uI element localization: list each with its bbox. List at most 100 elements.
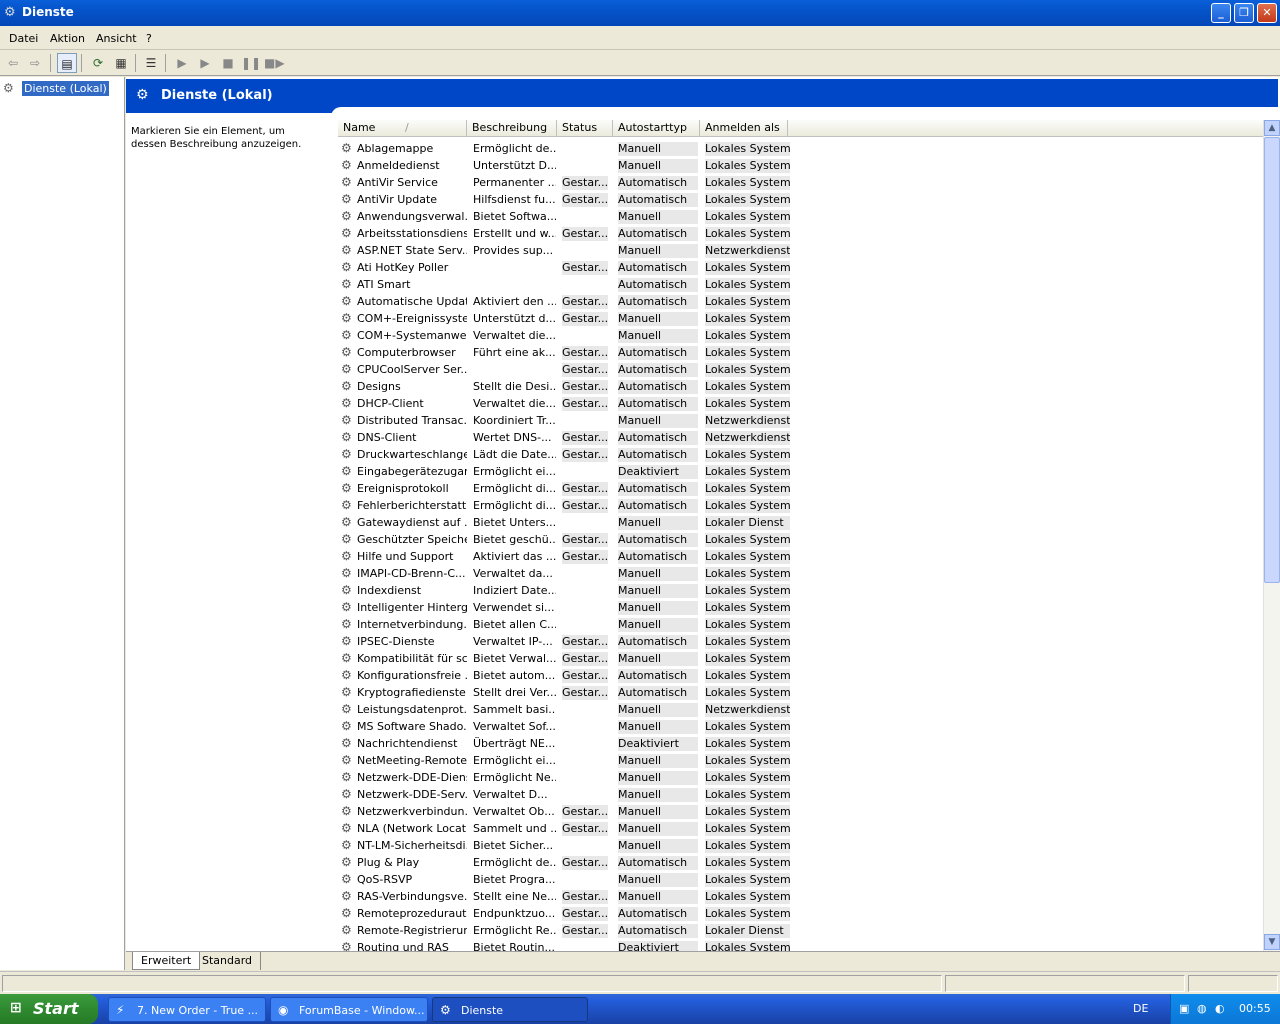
service-row[interactable]: ⚙ Internetverbindung... Bietet allen C... M… xyxy=(338,616,1263,633)
scroll-thumb[interactable] xyxy=(1264,137,1280,583)
service-logon-as: Lokales System xyxy=(705,278,790,292)
column-header-description[interactable]: Beschreibung xyxy=(467,120,557,137)
service-logon-as: Lokales System xyxy=(705,669,790,683)
menu-help[interactable]: ? xyxy=(146,32,152,45)
stop-service-icon[interactable]: ■ xyxy=(218,53,238,73)
service-row[interactable]: ⚙ ASP.NET State Serv... Provides sup... Man… xyxy=(338,242,1263,259)
taskbar-item-winamp[interactable]: ⚡ 7. New Order - True ... xyxy=(108,997,266,1022)
column-header-logon-as[interactable]: Anmelden als xyxy=(700,120,788,137)
service-gear-icon: ⚙ xyxy=(341,192,352,206)
refresh-icon[interactable]: ⟳ xyxy=(88,53,108,73)
service-row[interactable]: ⚙ Konfigurationsfreie ... Bietet autom... G… xyxy=(338,667,1263,684)
service-startup-type: Automatisch xyxy=(618,533,698,547)
service-row[interactable]: ⚙ Geschützter Speicher Bietet geschü... Ges… xyxy=(338,531,1263,548)
scroll-down-icon[interactable]: ▼ xyxy=(1264,934,1280,950)
tray-app-icon[interactable]: ◍ xyxy=(1197,1002,1207,1015)
taskbar-item-dienste[interactable]: ⚙ Dienste xyxy=(432,997,588,1022)
service-status: Gestar... xyxy=(562,669,608,683)
service-row[interactable]: ⚙ Ereignisprotokoll Ermöglicht di... Gestar… xyxy=(338,480,1263,497)
pause-service-icon[interactable]: ❚❚ xyxy=(241,53,261,73)
service-row[interactable]: ⚙ AntiVir Service Permanenter ... Gestar...… xyxy=(338,174,1263,191)
restore-button[interactable]: ❐ xyxy=(1234,3,1254,23)
service-row[interactable]: ⚙ Ati HotKey Poller Gestar... Automatisch Lo… xyxy=(338,259,1263,276)
service-row[interactable]: ⚙ Distributed Transac... Koordiniert Tr...… xyxy=(338,412,1263,429)
vertical-scrollbar[interactable]: ▲ ▼ xyxy=(1263,120,1280,951)
minimize-button[interactable]: _ xyxy=(1211,3,1231,23)
service-gear-icon: ⚙ xyxy=(341,158,352,172)
service-row[interactable]: ⚙ Remote-Registrierung Ermöglicht Re... Ges… xyxy=(338,922,1263,939)
service-gear-icon: ⚙ xyxy=(341,668,352,682)
start-service-icon[interactable]: ▶ xyxy=(172,53,192,73)
restart-service-icon[interactable]: ■▶ xyxy=(264,53,285,73)
column-header-status[interactable]: Status xyxy=(557,120,613,137)
service-row[interactable]: ⚙ ATI Smart Automatisch Lokales System xyxy=(338,276,1263,293)
service-row[interactable]: ⚙ NetMeeting-Remote... Ermöglicht ei... Man… xyxy=(338,752,1263,769)
service-row[interactable]: ⚙ Plug & Play Ermöglicht de... Gestar... Aut… xyxy=(338,854,1263,871)
service-row[interactable]: ⚙ Kompatibilität für sc... Bietet Verwal..… xyxy=(338,650,1263,667)
service-name: Designs xyxy=(357,380,401,393)
service-row[interactable]: ⚙ AntiVir Update Hilfsdienst fu... Gestar..… xyxy=(338,191,1263,208)
service-row[interactable]: ⚙ MS Software Shado... Verwaltet Sof... Man… xyxy=(338,718,1263,735)
service-row[interactable]: ⚙ Eingabegerätezugang Ermöglicht ei... Deak… xyxy=(338,463,1263,480)
language-indicator[interactable]: DE xyxy=(1133,1002,1148,1015)
forward-arrow-icon[interactable]: ⇨ xyxy=(25,53,45,73)
menu-datei[interactable]: Datei xyxy=(9,32,38,45)
service-row[interactable]: ⚙ Kryptografiedienste Stellt drei Ver... Ge… xyxy=(338,684,1263,701)
start-button[interactable]: ⊞ Start xyxy=(0,994,98,1024)
taskbar-item-firefox[interactable]: ◉ ForumBase - Window... xyxy=(270,997,428,1022)
service-row[interactable]: ⚙ Routing und RAS Bietet Routin... Deaktivi… xyxy=(338,939,1263,951)
tab-erweitert[interactable]: Erweitert xyxy=(132,952,201,970)
service-row[interactable]: ⚙ Netzwerk-DDE-Serv... Verwaltet D... Manue… xyxy=(338,786,1263,803)
service-logon-as: Lokales System xyxy=(705,788,790,802)
service-row[interactable]: ⚙ RAS-Verbindungsve... Stellt eine Ne... Ge… xyxy=(338,888,1263,905)
service-row[interactable]: ⚙ Ablagemappe Ermöglicht de... Manuell Lokal… xyxy=(338,140,1263,157)
service-row[interactable]: ⚙ Indexdienst Indiziert Date... Manuell Loka… xyxy=(338,582,1263,599)
service-row[interactable]: ⚙ Designs Stellt die Desi... Gestar... Autom… xyxy=(338,378,1263,395)
scroll-up-icon[interactable]: ▲ xyxy=(1264,120,1280,136)
service-row[interactable]: ⚙ Leistungsdatenprot... Sammelt basi... Man… xyxy=(338,701,1263,718)
service-row[interactable]: ⚙ Gatewaydienst auf ... Bietet Unters... Ma… xyxy=(338,514,1263,531)
panel-title: Dienste (Lokal) xyxy=(161,88,273,103)
antivir-icon[interactable]: ◐ xyxy=(1215,1002,1225,1015)
column-header-name[interactable]: Name / xyxy=(338,120,467,137)
close-button[interactable]: ✕ xyxy=(1257,3,1277,23)
service-row[interactable]: ⚙ QoS-RSVP Bietet Progra... Manuell Lokales … xyxy=(338,871,1263,888)
service-row[interactable]: ⚙ COM+-Systemanwe... Verwaltet die... Manue… xyxy=(338,327,1263,344)
service-row[interactable]: ⚙ IMAPI-CD-Brenn-C... Verwaltet da... Manue… xyxy=(338,565,1263,582)
start-service-2-icon[interactable]: ▶ xyxy=(195,53,215,73)
service-status xyxy=(562,584,608,598)
menu-aktion[interactable]: Aktion xyxy=(50,32,85,45)
service-row[interactable]: ⚙ NLA (Network Locat... Sammelt und ... Ges… xyxy=(338,820,1263,837)
service-row[interactable]: ⚙ Remoteprozeduraut... Endpunktzuo... Gesta… xyxy=(338,905,1263,922)
service-row[interactable]: ⚙ Anmeldedienst Unterstützt D... Manuell Lok… xyxy=(338,157,1263,174)
service-row[interactable]: ⚙ Netzwerk-DDE-Dienst Ermöglicht Ne... Manu… xyxy=(338,769,1263,786)
network-icon[interactable]: ▣ xyxy=(1179,1002,1189,1015)
service-row[interactable]: ⚙ Netzwerkverbindun... Verwaltet Ob... Gest… xyxy=(338,803,1263,820)
service-row[interactable]: ⚙ Druckwarteschlange Lädt die Date... Gesta… xyxy=(338,446,1263,463)
tab-standard[interactable]: Standard xyxy=(194,952,262,970)
service-row[interactable]: ⚙ Anwendungsverwal... Bietet Softwa... Manu… xyxy=(338,208,1263,225)
column-name-label: Name xyxy=(343,121,376,134)
service-row[interactable]: ⚙ Computerbrowser Führt eine ak... Gestar..… xyxy=(338,344,1263,361)
service-row[interactable]: ⚙ Nachrichtendienst Überträgt NE... Deaktiv… xyxy=(338,735,1263,752)
service-row[interactable]: ⚙ NT-LM-Sicherheitsdi... Bietet Sicher... M… xyxy=(338,837,1263,854)
properties-icon[interactable]: ☰ xyxy=(141,53,161,73)
service-row[interactable]: ⚙ IPSEC-Dienste Verwaltet IP-... Gestar... A… xyxy=(338,633,1263,650)
service-row[interactable]: ⚙ Hilfe und Support Aktiviert das ... Gesta… xyxy=(338,548,1263,565)
column-header-startup-type[interactable]: Autostarttyp xyxy=(613,120,700,137)
service-row[interactable]: ⚙ DNS-Client Wertet DNS-... Gestar... Automa… xyxy=(338,429,1263,446)
service-row[interactable]: ⚙ Arbeitsstationsdienst Erstellt und w... G… xyxy=(338,225,1263,242)
service-row[interactable]: ⚙ Intelligenter Hinterg... Verwendet si...… xyxy=(338,599,1263,616)
menu-ansicht[interactable]: Ansicht xyxy=(96,32,137,45)
service-status xyxy=(562,720,608,734)
service-row[interactable]: ⚙ Fehlerberichterstatt... Ermöglicht di...… xyxy=(338,497,1263,514)
service-startup-type: Automatisch xyxy=(618,499,698,513)
service-row[interactable]: ⚙ Automatische Updates Aktiviert den ... Ge… xyxy=(338,293,1263,310)
service-row[interactable]: ⚙ DHCP-Client Verwaltet die... Gestar... Aut… xyxy=(338,395,1263,412)
back-arrow-icon[interactable]: ⇦ xyxy=(3,53,23,73)
service-row[interactable]: ⚙ COM+-Ereignissystem Unterstützt d... Gest… xyxy=(338,310,1263,327)
show-hide-console-tree-icon[interactable]: ▤ xyxy=(57,53,77,73)
service-description: Aktiviert den ... xyxy=(473,295,556,308)
service-row[interactable]: ⚙ CPUCoolServer Ser... Gestar... Automatisc… xyxy=(338,361,1263,378)
export-list-icon[interactable]: ▦ xyxy=(111,53,131,73)
